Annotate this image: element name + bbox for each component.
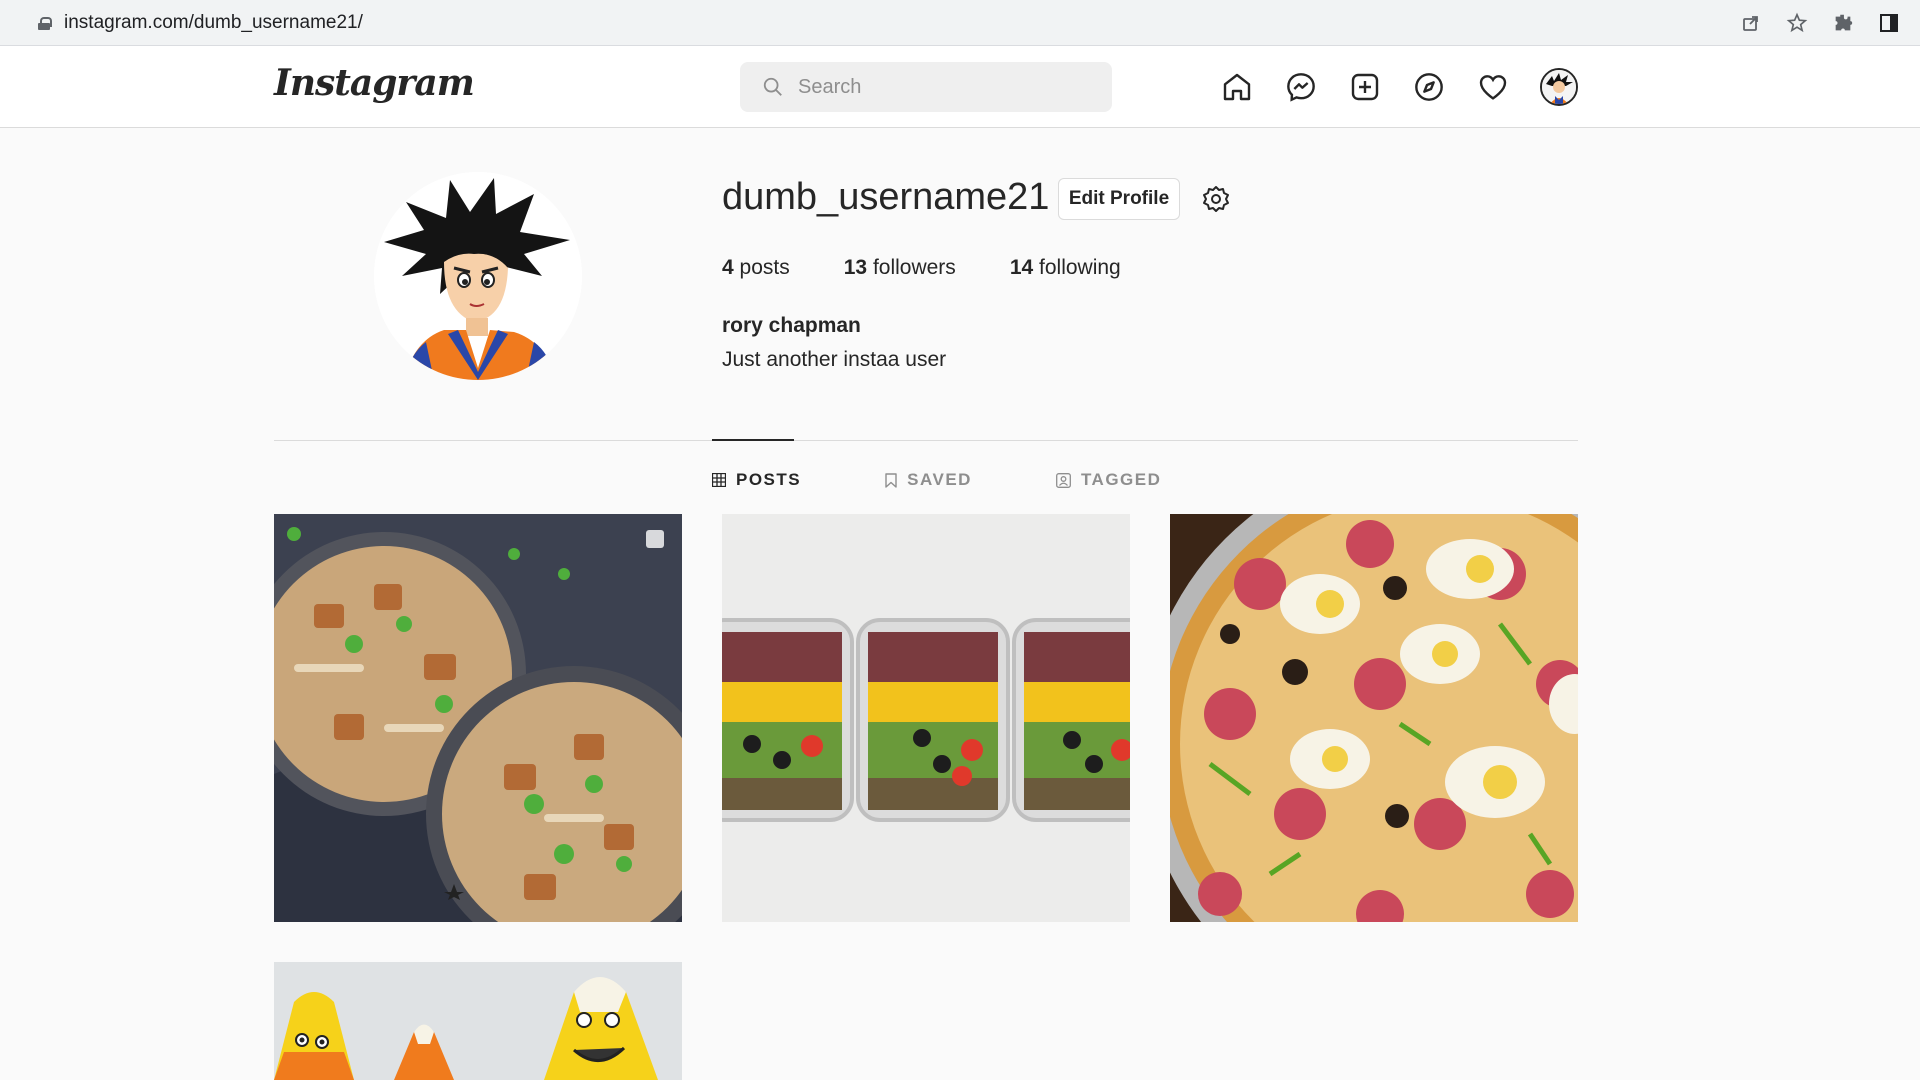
posts-stat: 4 posts <box>722 256 790 280</box>
search-input[interactable] <box>798 75 1078 99</box>
post-thumbnail-4[interactable] <box>274 962 682 1080</box>
new-post-icon[interactable] <box>1348 70 1382 104</box>
profile-picture[interactable] <box>374 172 582 380</box>
active-tab-indicator <box>712 439 794 441</box>
posts-count: 4 <box>722 256 734 279</box>
following-stat[interactable]: 14 following <box>1010 256 1121 280</box>
following-count: 14 <box>1009 256 1034 279</box>
bookmark-icon <box>885 472 897 488</box>
settings-gear-icon[interactable] <box>1198 182 1234 218</box>
activity-heart-icon[interactable] <box>1476 70 1510 104</box>
share-icon[interactable] <box>1740 12 1762 34</box>
search-box[interactable] <box>740 62 1112 112</box>
bookmark-star-icon[interactable] <box>1786 12 1808 34</box>
edit-profile-button[interactable]: Edit Profile <box>1058 178 1180 220</box>
tab-posts-label: POSTS <box>736 470 802 489</box>
url-text[interactable]: instagram.com/dumb_username21/ <box>64 12 363 34</box>
tabs-divider <box>274 440 1578 441</box>
profile-username: dumb_username21 <box>722 176 1050 218</box>
profile-full-name: rory chapman <box>722 314 861 337</box>
messenger-icon[interactable] <box>1284 70 1318 104</box>
grid-icon <box>712 473 726 487</box>
explore-icon[interactable] <box>1412 70 1446 104</box>
tab-posts[interactable]: POSTS <box>712 470 801 490</box>
instagram-navbar: Instagram <box>0 46 1920 128</box>
post-thumbnail-1[interactable] <box>274 514 682 922</box>
profile-avatar[interactable] <box>1540 68 1578 106</box>
post-thumbnail-2[interactable] <box>722 514 1130 922</box>
address-bar[interactable]: instagram.com/dumb_username21/ <box>24 5 1814 41</box>
followers-count: 13 <box>843 256 868 279</box>
browser-toolbar: instagram.com/dumb_username21/ <box>0 0 1920 46</box>
lock-icon[interactable] <box>38 16 52 30</box>
profile-bio: Just another instaa user <box>722 348 947 371</box>
home-icon[interactable] <box>1220 70 1254 104</box>
posts-label: posts <box>739 256 790 279</box>
sidebar-icon[interactable] <box>1878 12 1900 34</box>
tab-tagged-label: TAGGED <box>1080 470 1162 489</box>
profile-tabs: POSTS SAVED TAGGED <box>712 470 1161 490</box>
search-icon <box>763 77 782 96</box>
tag-person-icon <box>1055 472 1071 488</box>
followers-stat[interactable]: 13 followers <box>844 256 956 280</box>
tab-saved[interactable]: SAVED <box>885 470 972 490</box>
post-thumbnail-3[interactable] <box>1170 514 1578 922</box>
followers-label: followers <box>872 256 956 279</box>
tab-tagged[interactable]: TAGGED <box>1055 470 1162 490</box>
following-label: following <box>1039 256 1121 279</box>
extensions-icon[interactable] <box>1832 12 1854 34</box>
instagram-logo[interactable]: Instagram <box>274 62 475 104</box>
profile-stats: 4 posts 13 followers 14 following <box>722 256 1121 280</box>
tab-saved-label: SAVED <box>907 470 972 489</box>
